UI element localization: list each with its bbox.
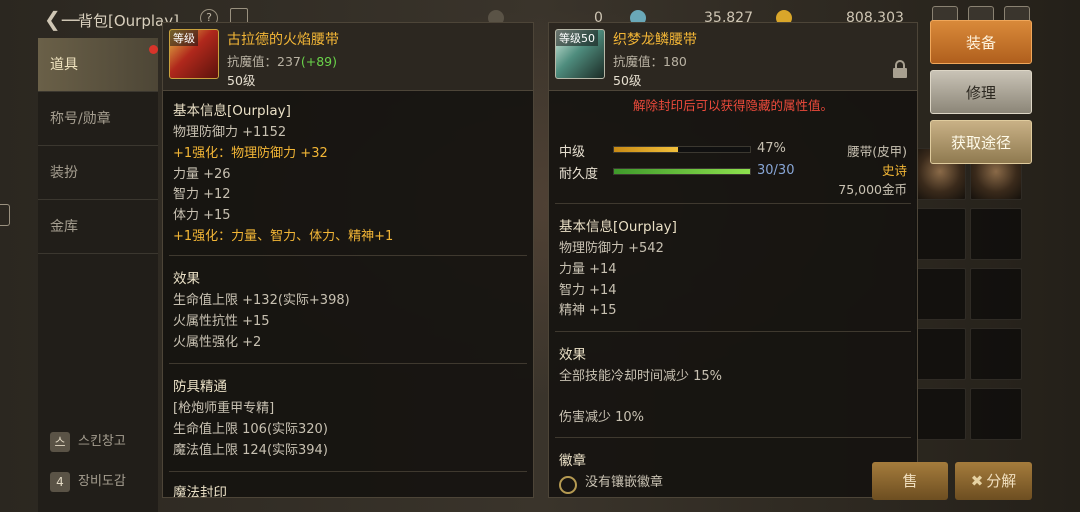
magic-resist-bonus: (+89) (300, 54, 337, 69)
basic-info-section: 基本信息[Ourplay] 物理防御力 +1152 +1强化：物理防御力 +32… (173, 99, 523, 248)
stat-line: 精神 +15 (559, 303, 617, 319)
belt-item-icon: 等级50 (555, 29, 605, 79)
stat-line: +1强化：物理防御力 +32 (173, 145, 328, 161)
divider (555, 331, 911, 332)
inventory-slot[interactable] (914, 328, 966, 380)
divider (555, 203, 911, 204)
level-tag: 等级50 (556, 30, 598, 46)
stat-line: 体力 +15 (173, 208, 231, 224)
stat-line: 物理防御力 +542 (559, 241, 664, 256)
notification-dot (149, 45, 158, 54)
effect-section: 效果 全部技能冷却时间减少 15% 伤害减少 10% (559, 343, 907, 429)
item-header: 等级 古拉德的火焰腰带 抗魔值：237(+89) 50级 (163, 23, 533, 91)
stat-line: 物理防御力 +1152 (173, 125, 287, 140)
section-title: 基本信息[Ourplay] (559, 219, 677, 235)
equipment-book-icon: 4 (50, 471, 70, 492)
item-type: 腰带(皮甲) (847, 144, 907, 159)
skin-storage-button[interactable]: 스 스킨창고 (50, 430, 126, 452)
durability-label: 耐久度 (559, 167, 599, 182)
basic-info-section: 基本信息[Ourplay] 物理防御力 +542 力量 +14 智力 +14 精… (559, 215, 907, 322)
effect-line: 火属性强化 +2 (173, 334, 262, 350)
section-title: 防具精通 (173, 379, 227, 395)
emblem-section: 徽章 没有镶嵌徽章 (559, 449, 907, 494)
section-title: 效果 (559, 347, 586, 363)
sidebar-item-vault[interactable]: 金库 (38, 200, 158, 254)
mastery-line: 魔法值上限 124(实际394) (173, 442, 328, 458)
divider (169, 363, 527, 364)
divider (169, 255, 527, 256)
decompose-label: 分解 (986, 472, 1017, 490)
effect-line: 伤害减少 10% (559, 409, 645, 425)
emblem-slot-icon (559, 476, 577, 494)
inventory-slot[interactable] (914, 208, 966, 260)
obtain-source-button[interactable]: 获取途径 (930, 120, 1032, 164)
item-level: 50级 (613, 73, 642, 88)
equipment-book-label: 장비도감 (78, 474, 126, 489)
magic-resist: 抗魔值：180 (613, 54, 687, 69)
decompose-icon: ✖ (970, 472, 987, 490)
grade-label: 中级 (559, 145, 586, 160)
section-title: 基本信息[Ourplay] (173, 103, 291, 119)
inventory-slot[interactable] (914, 268, 966, 320)
durability-fill (614, 169, 750, 174)
item-name: 古拉德的火焰腰带 (227, 32, 339, 48)
durability-track (613, 168, 751, 175)
effect-line: 全部技能冷却时间减少 15% (559, 369, 723, 384)
stat-line: 力量 +26 (173, 166, 231, 182)
grade-fill (614, 147, 678, 152)
lock-icon[interactable] (893, 60, 907, 79)
mastery-section: 防具精通 [枪炮师重甲专精] 生命值上限 106(实际320) 魔法值上限 12… (173, 375, 523, 461)
effect-line: 火属性抗性 +15 (173, 313, 270, 329)
sell-button[interactable]: 售 (872, 462, 948, 500)
level-tag: 等级 (170, 30, 198, 46)
back-arrow-icon[interactable]: ❮— (44, 8, 81, 30)
seal-warning: 解除封印后可以获得隐藏的属性值。 (632, 98, 833, 113)
effect-section: 效果 生命值上限 +132(实际+398) 火属性抗性 +15 火属性强化 +2 (173, 267, 523, 353)
emblem-line: 没有镶嵌徽章 (559, 473, 907, 494)
side-drawer-handle[interactable] (0, 204, 10, 226)
item-price: 75,000金币 (838, 182, 907, 197)
magic-resist: 抗魔值：237(+89) (227, 54, 337, 69)
stat-line: 力量 +14 (559, 261, 617, 277)
repair-button[interactable]: 修理 (930, 70, 1032, 114)
mastery-line: [枪炮师重甲专精] (173, 401, 275, 416)
seal-section: 魔法封印 (173, 481, 523, 498)
item-tooltip-left: 等级 古拉德的火焰腰带 抗魔值：237(+89) 50级 基本信息[Ourpla… (162, 22, 534, 498)
divider (555, 437, 911, 438)
sidebar-item-items[interactable]: 道具 (38, 38, 158, 92)
item-rarity: 史诗 (881, 163, 907, 178)
mastery-line: 生命值上限 106(实际320) (173, 421, 328, 437)
belt-item-icon: 等级 (169, 29, 219, 79)
grade-track (613, 146, 751, 153)
inventory-slot[interactable] (970, 328, 1022, 380)
item-level: 50级 (227, 73, 256, 88)
item-name: 织梦龙鳞腰带 (613, 32, 697, 48)
effect-line: 生命值上限 +132(实际+398) (173, 293, 350, 308)
inventory-slot[interactable] (970, 208, 1022, 260)
inventory-slot[interactable] (970, 268, 1022, 320)
equipment-book-button[interactable]: 4 장비도감 (50, 470, 126, 492)
sidebar-item-titles[interactable]: 称号/勋章 (38, 92, 158, 146)
durability-value: 30/30 (757, 163, 795, 178)
inventory-slot[interactable] (914, 388, 966, 440)
item-header: 等级50 织梦龙鳞腰带 抗魔值：180 50级 (549, 23, 917, 91)
inventory-slot[interactable] (970, 388, 1022, 440)
section-title: 魔法封印 (173, 485, 227, 498)
skin-storage-label: 스킨창고 (78, 434, 126, 449)
grade-value: 47% (757, 141, 786, 156)
divider (169, 471, 527, 472)
equip-button[interactable]: 装备 (930, 20, 1032, 64)
stat-line: 智力 +14 (559, 282, 617, 298)
decompose-button[interactable]: ✖ 分解 (955, 462, 1032, 500)
section-title: 徽章 (559, 453, 586, 469)
stat-line: 智力 +12 (173, 187, 231, 203)
section-title: 效果 (173, 271, 200, 287)
skin-storage-icon: 스 (50, 431, 70, 452)
stat-line: +1强化：力量、智力、体力、精神+1 (173, 228, 394, 244)
sidebar-item-avatar[interactable]: 装扮 (38, 146, 158, 200)
item-tooltip-right: 等级50 织梦龙鳞腰带 抗魔值：180 50级 解除封印后可以获得隐藏的属性值。… (548, 22, 918, 498)
